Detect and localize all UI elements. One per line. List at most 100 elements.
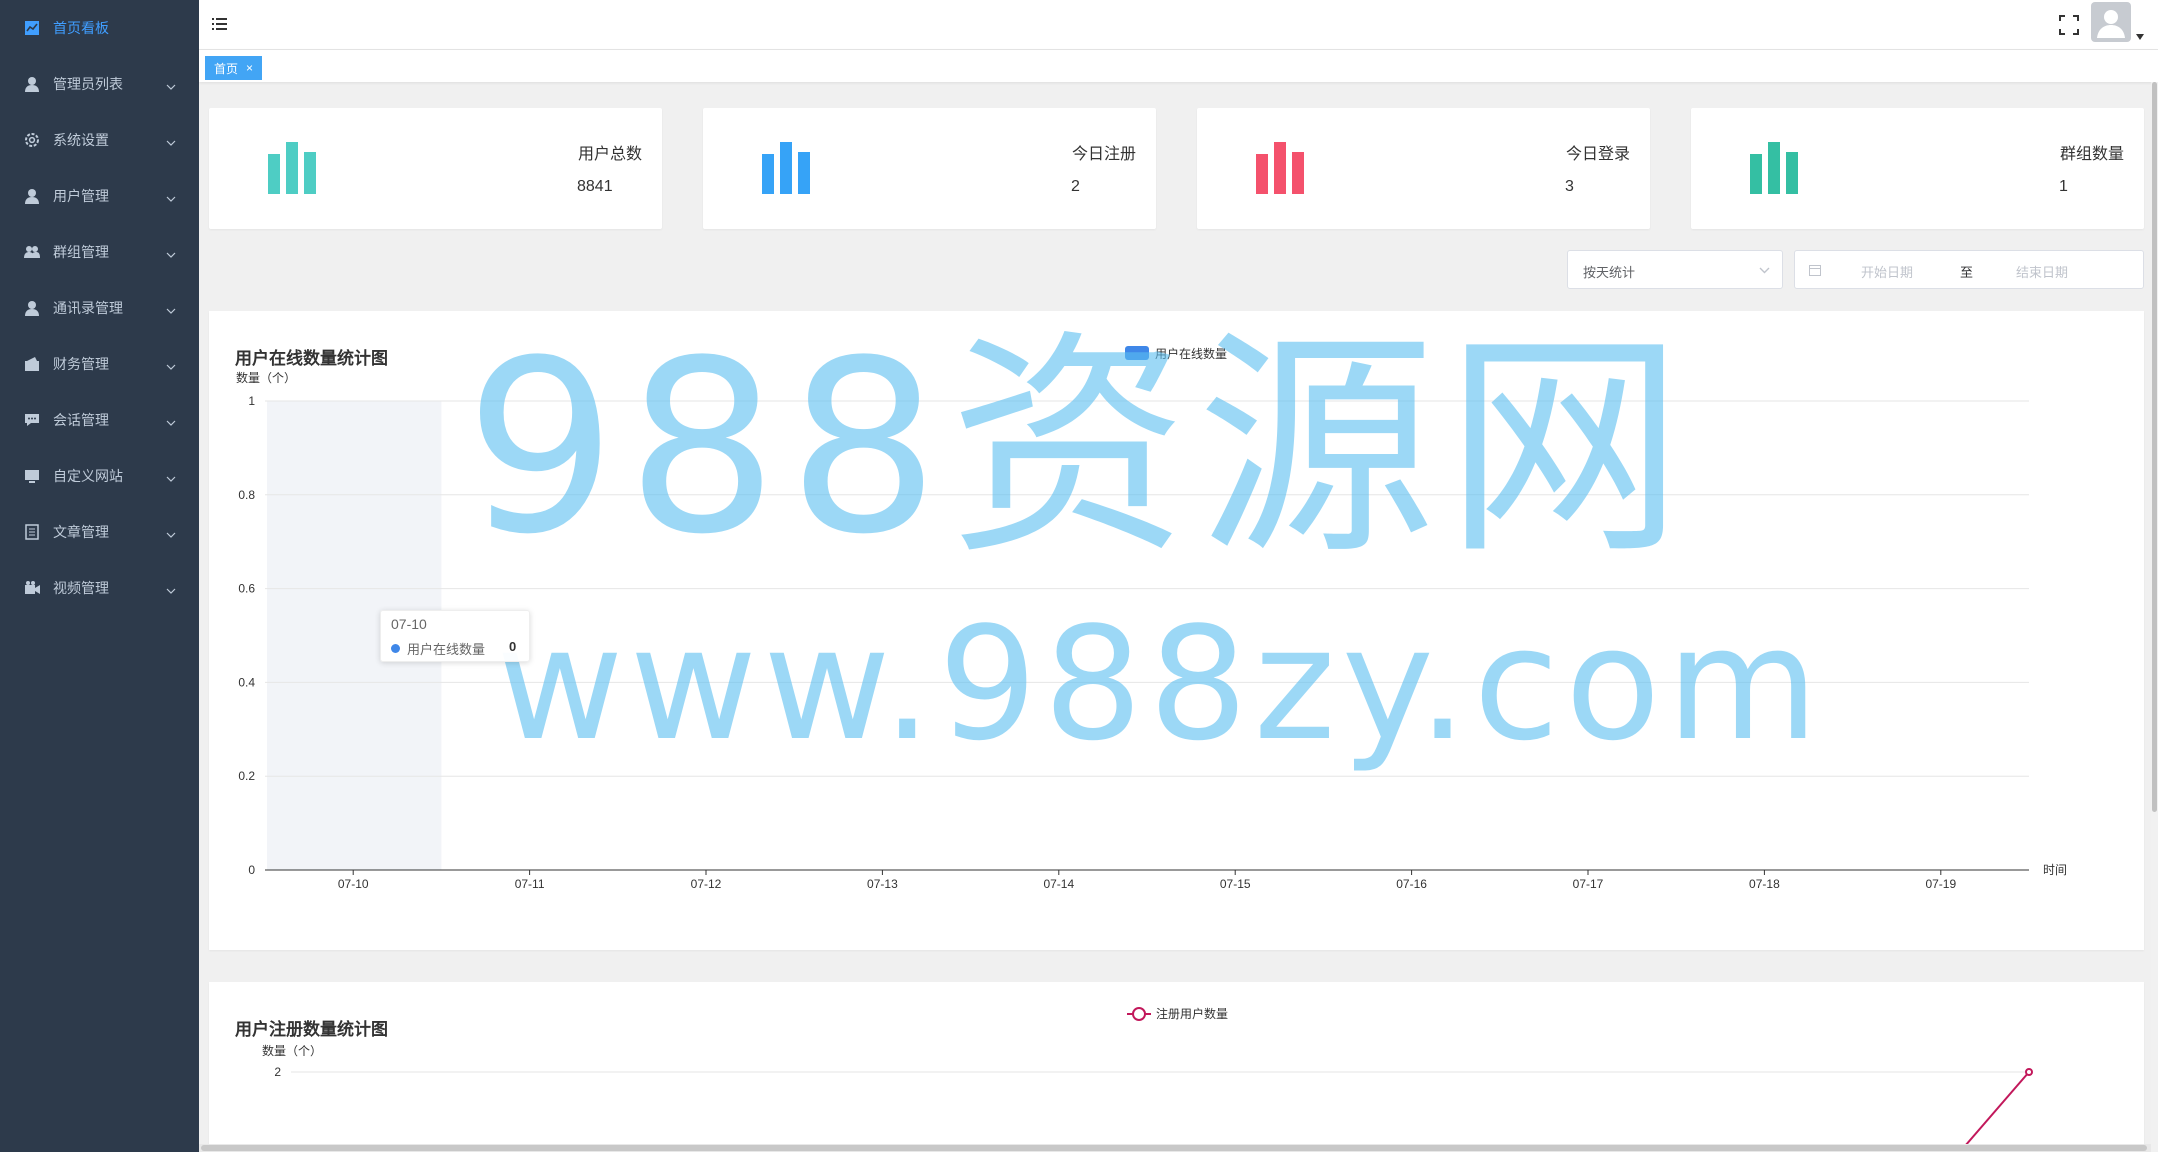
tooltip-series-dot: [391, 644, 400, 653]
group-icon: [23, 243, 41, 261]
stat-card: 今日登录 3: [1197, 108, 1650, 229]
sidebar-item-2[interactable]: 系统设置: [0, 114, 199, 166]
dashboard-icon: [23, 19, 41, 37]
x-tick-label: 07-15: [1220, 877, 1251, 891]
sidebar-item-label: 通讯录管理: [53, 300, 123, 316]
stat-value: 2: [1071, 178, 1080, 195]
user-icon: [23, 187, 41, 205]
video-icon: [23, 579, 41, 597]
stat-card: 用户总数 8841: [209, 108, 662, 229]
chevron-down-icon: [166, 359, 176, 370]
end-date-input[interactable]: 结束日期: [2016, 262, 2068, 281]
bar-chart-icon: [1256, 142, 1304, 194]
document-icon: [23, 523, 41, 541]
stat-value: 1: [2059, 178, 2068, 195]
chevron-down-icon: [166, 79, 176, 90]
sidebar-item-label: 管理员列表: [53, 76, 123, 92]
sidebar-item-8[interactable]: 自定义网站: [0, 450, 199, 502]
chat-icon: [23, 411, 41, 429]
y-tick-label: 0.8: [238, 488, 255, 502]
gear-icon: [23, 131, 41, 149]
sidebar-item-7[interactable]: 会话管理: [0, 394, 199, 446]
date-range-picker[interactable]: 开始日期 至 结束日期: [1794, 250, 2144, 289]
x-tick-label: 07-11: [515, 877, 545, 891]
x-tick-label: 07-17: [1573, 877, 1604, 891]
sidebar-item-label: 文章管理: [53, 524, 109, 540]
sidebar-item-3[interactable]: 用户管理: [0, 170, 199, 222]
x-tick-label: 07-10: [338, 877, 369, 891]
sidebar-item-0[interactable]: 首页看板: [0, 2, 199, 54]
chevron-down-icon: [166, 583, 176, 594]
top-header: [199, 0, 2158, 50]
stat-card: 今日注册 2: [703, 108, 1156, 229]
sidebar-item-label: 自定义网站: [53, 468, 123, 484]
stat-title: 今日注册: [1071, 146, 1136, 163]
legend-label: 注册用户数量: [1156, 1006, 1228, 1021]
x-tick-label: 07-19: [1925, 877, 1956, 891]
sidebar-item-label: 用户管理: [53, 188, 109, 204]
sidebar-item-9[interactable]: 文章管理: [0, 506, 199, 558]
chevron-down-icon: [166, 303, 176, 314]
start-date-input[interactable]: 开始日期: [1861, 262, 1913, 281]
chevron-down-icon: [166, 527, 176, 538]
x-tick-label: 07-16: [1396, 877, 1427, 891]
close-icon[interactable]: ×: [246, 61, 253, 75]
sidebar-item-6[interactable]: 财务管理: [0, 338, 199, 390]
chevron-down-icon: [1759, 267, 1770, 274]
tag-label: 首页: [214, 61, 239, 76]
caret-down-icon[interactable]: [2136, 34, 2144, 40]
chevron-down-icon: [166, 247, 176, 258]
x-tick-label: 07-18: [1749, 877, 1780, 891]
y-tick-label: 0.6: [238, 582, 255, 596]
bar-chart-icon: [268, 142, 316, 194]
x-axis-label: 时间: [2043, 863, 2067, 877]
stat-card: 群组数量 1: [1691, 108, 2144, 229]
chevron-down-icon: [166, 415, 176, 426]
sidebar-item-label: 群组管理: [53, 244, 109, 260]
x-tick-label: 07-13: [867, 877, 898, 891]
fullscreen-icon[interactable]: [2059, 15, 2079, 35]
y-axis-label: 数量（个）: [236, 370, 296, 385]
sidebar-item-label: 首页看板: [53, 20, 109, 36]
y-tick-label: 2: [274, 1065, 281, 1079]
tooltip-series-name: 用户在线数量: [407, 642, 486, 657]
sidebar-item-5[interactable]: 通讯录管理: [0, 282, 199, 334]
bar-chart-icon: [1750, 142, 1798, 194]
bar-chart-icon: [762, 142, 810, 194]
stat-mode-value: 按天统计: [1583, 265, 1636, 280]
vertical-scrollbar[interactable]: [2151, 82, 2158, 1152]
sidebar: 首页看板管理员列表系统设置用户管理群组管理通讯录管理财务管理会话管理自定义网站文…: [0, 0, 199, 1152]
hamburger-icon[interactable]: [212, 17, 227, 31]
y-tick-label: 1: [248, 394, 255, 408]
stat-value: 8841: [577, 178, 613, 195]
y-tick-label: 0.4: [238, 675, 255, 689]
stat-value: 3: [1565, 178, 1574, 195]
sidebar-item-1[interactable]: 管理员列表: [0, 58, 199, 110]
tags-bar: [199, 50, 2158, 82]
calendar-icon: [1809, 265, 1821, 276]
chevron-down-icon: [166, 471, 176, 482]
sidebar-item-4[interactable]: 群组管理: [0, 226, 199, 278]
y-axis-label: 数量（个）: [262, 1043, 322, 1058]
stat-title: 今日登录: [1565, 146, 1630, 163]
avatar[interactable]: [2091, 2, 2131, 42]
y-tick-label: 0.2: [238, 769, 255, 783]
legend-marker: [1132, 1007, 1146, 1021]
chart-tooltip: 07-10 用户在线数量 0: [380, 610, 530, 662]
register-users-chart: 注册用户数量数量（个） 2: [262, 1006, 2033, 1147]
watermark-title: 988资源网: [465, 310, 1694, 587]
x-tick-label: 07-14: [1043, 877, 1074, 891]
sidebar-item-label: 系统设置: [53, 132, 109, 148]
user-icon: [23, 75, 41, 93]
x-tick-label: 07-12: [691, 877, 722, 891]
tooltip-value: 0: [509, 639, 517, 654]
stat-mode-select[interactable]: 按天统计: [1567, 250, 1783, 289]
stat-title: 用户总数: [577, 146, 642, 163]
monitor-icon: [23, 467, 41, 485]
sidebar-item-label: 财务管理: [53, 356, 109, 372]
chevron-down-icon: [166, 135, 176, 146]
sidebar-item-10[interactable]: 视频管理: [0, 562, 199, 614]
horizontal-scrollbar[interactable]: [199, 1144, 2151, 1152]
tag-home[interactable]: 首页 ×: [205, 56, 263, 80]
chevron-down-icon: [166, 191, 176, 202]
